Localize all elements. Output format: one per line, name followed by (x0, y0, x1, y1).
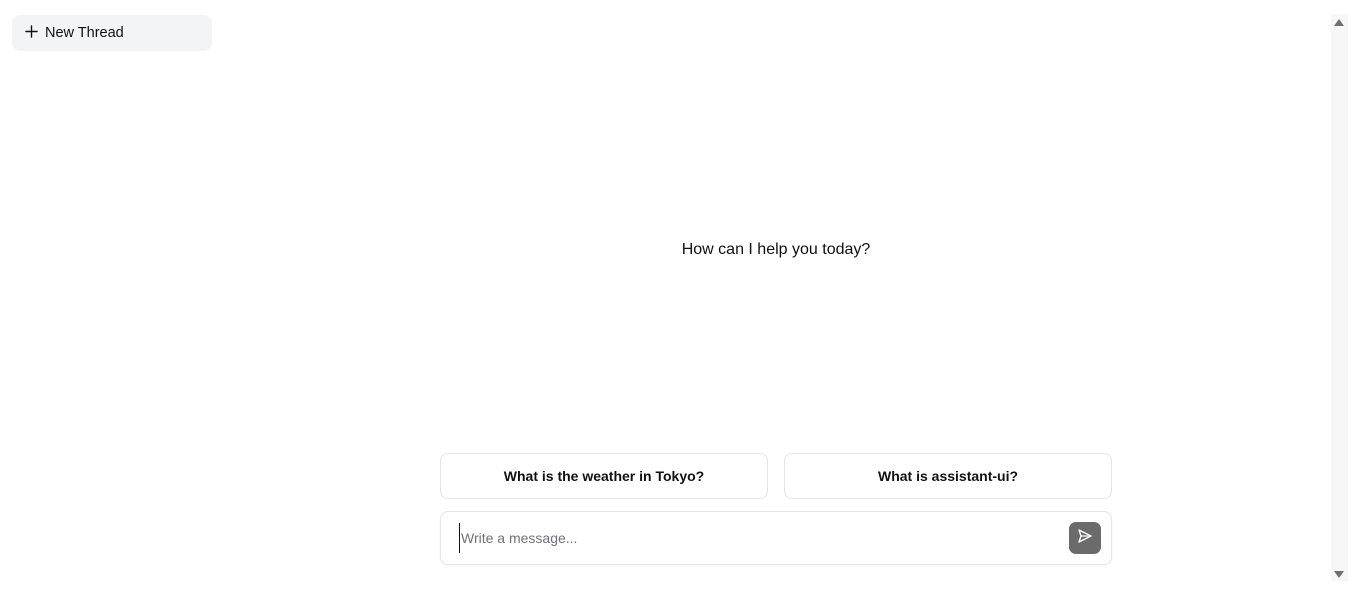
suggestions-row: What is the weather in Tokyo? What is as… (440, 453, 1112, 499)
suggestion-weather-tokyo[interactable]: What is the weather in Tokyo? (440, 453, 768, 499)
new-thread-label: New Thread (45, 25, 124, 41)
suggestion-assistant-ui[interactable]: What is assistant-ui? (784, 453, 1112, 499)
plus-icon (25, 24, 38, 42)
vertical-scrollbar[interactable] (1331, 14, 1348, 581)
welcome-message: How can I help you today? (681, 241, 871, 258)
scroll-down-arrow-icon[interactable] (1334, 571, 1344, 578)
new-thread-button[interactable]: New Thread (12, 15, 212, 51)
message-input[interactable] (459, 523, 1069, 553)
message-composer (440, 511, 1112, 565)
send-icon (1077, 528, 1093, 549)
send-button[interactable] (1069, 522, 1101, 554)
thread-list-sidebar: New Thread (0, 0, 224, 591)
app-root: New Thread How can I help you today? Wha… (0, 0, 1356, 591)
scroll-up-arrow-icon[interactable] (1334, 19, 1344, 26)
